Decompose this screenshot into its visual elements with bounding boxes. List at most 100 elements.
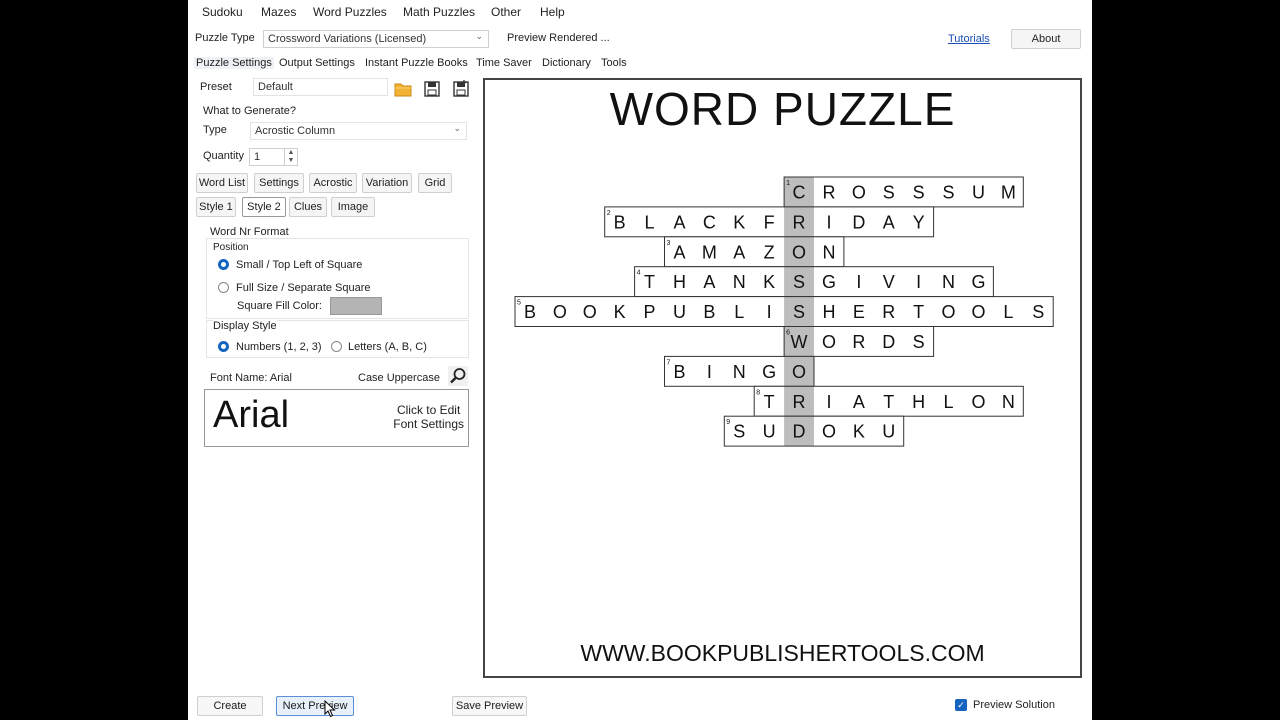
menu-sudoku[interactable]: Sudoku [202,5,243,19]
puzzle-type-value: Crossword Variations (Licensed) [268,33,427,45]
svg-text:K: K [853,422,865,442]
svg-text:I: I [826,212,831,232]
preview-solution-label: Preview Solution [973,699,1055,711]
svg-text:U: U [882,422,895,442]
menu-mazes[interactable]: Mazes [261,5,296,19]
tab-word-list[interactable]: Word List [196,173,248,193]
grid-cell: O [963,296,994,327]
radio-full-size[interactable] [218,282,229,293]
grid-cell: K [604,296,635,327]
svg-text:B: B [703,302,715,322]
svg-text:T: T [913,302,924,322]
tab-output-settings[interactable]: Output Settings [279,57,355,69]
grid-cell: M [993,177,1024,207]
tab-grid[interactable]: Grid [418,173,452,193]
grid-cell: K [724,206,755,237]
grid-cell: A [664,206,695,237]
spin-arrows-icon[interactable]: ▲ ▼ [284,149,297,165]
square-fill-color-label: Square Fill Color: [237,300,322,312]
tutorials-link[interactable]: Tutorials [948,33,990,45]
grid-cell: O [574,296,605,327]
grid-cell: N [993,386,1024,417]
tab-acrostic[interactable]: Acrostic [309,173,357,193]
grid-cell: L [724,296,755,327]
grid-cell: C1 [784,177,814,207]
tab-tools[interactable]: Tools [601,57,627,69]
menu-help[interactable]: Help [540,5,565,19]
svg-text:A: A [733,242,745,262]
grid-cell: D [843,206,874,237]
grid-cell: L [634,206,665,237]
option-small-label: Small / Top Left of Square [236,259,363,271]
tab-style-2[interactable]: Style 2 [242,197,286,217]
svg-text:N: N [733,362,746,382]
grid-cell: I [843,266,874,297]
grid-cell: I [694,356,725,387]
option-full-label: Full Size / Separate Square [236,282,371,294]
grid-cell: O [933,296,964,327]
grid-cell: G [754,356,785,387]
open-folder-icon[interactable] [393,79,413,99]
svg-text:B: B [614,212,626,232]
quantity-stepper[interactable]: 1 ▲ ▼ [249,148,298,166]
grid-cell: S [933,177,964,207]
radio-small-top-left[interactable] [218,259,229,270]
tab-clues[interactable]: Clues [289,197,327,217]
grid-cell: D [873,326,904,357]
radio-letters[interactable] [331,341,342,352]
svg-text:N: N [942,272,955,292]
square-fill-color-swatch[interactable] [330,297,382,315]
svg-text:L: L [645,212,655,232]
svg-text:I: I [767,302,772,322]
svg-text:O: O [553,302,567,322]
create-button[interactable]: Create [197,696,263,716]
position-label: Position [213,242,249,253]
word-nr-format-title: Word Nr Format [210,226,289,238]
svg-text:G: G [971,272,985,292]
grid-cell: T8 [754,386,785,417]
grid-cell: O [843,177,874,207]
puzzle-type-label: Puzzle Type [195,32,255,44]
svg-text:U: U [673,302,686,322]
word-number: 5 [517,300,521,307]
tab-image[interactable]: Image [331,197,375,217]
type-label: Type [203,124,227,136]
font-preview-box[interactable]: Arial Click to Edit Font Settings [204,389,469,447]
svg-text:R: R [793,212,806,232]
puzzle-type-select[interactable]: Crossword Variations (Licensed) ⌄ [263,30,489,48]
svg-text:L: L [944,392,954,412]
grid-cell: H [814,296,844,327]
tab-puzzle-settings[interactable]: Puzzle Settings [194,57,274,69]
tab-instant-puzzle-books[interactable]: Instant Puzzle Books [365,57,468,69]
check-icon[interactable]: ✓ [955,699,967,711]
grid-cell: U [963,177,994,207]
tab-time-saver[interactable]: Time Saver [476,57,532,69]
svg-text:O: O [792,362,806,382]
type-select[interactable]: Acrostic Column ⌄ [250,122,467,140]
menu-math-puzzles[interactable]: Math Puzzles [403,5,475,19]
tab-style-1[interactable]: Style 1 [196,197,236,217]
radio-numbers[interactable] [218,341,229,352]
tab-variation[interactable]: Variation [362,173,412,193]
cursor-icon [324,700,336,718]
search-icon[interactable] [448,366,468,386]
tab-dictionary[interactable]: Dictionary [542,57,591,69]
menu-word-puzzles[interactable]: Word Puzzles [313,5,387,19]
next-preview-button[interactable]: Next Preview [276,696,354,716]
svg-text:N: N [1002,392,1015,412]
save-icon[interactable] [422,79,442,99]
grid-cell: S [903,177,934,207]
svg-text:O: O [822,332,836,352]
menu-other[interactable]: Other [491,5,521,19]
preset-input[interactable]: Default [253,78,388,96]
save-preview-button[interactable]: Save Preview [452,696,527,716]
grid-cell: L [993,296,1024,327]
svg-text:H: H [822,302,835,322]
quantity-label: Quantity [203,150,244,162]
save-as-icon[interactable] [451,79,471,99]
type-value: Acrostic Column [255,125,336,137]
about-button[interactable]: About [1011,29,1081,49]
tab-settings-sub[interactable]: Settings [254,173,304,193]
grid-cell: O [963,386,994,417]
grid-cell: A [724,236,755,267]
